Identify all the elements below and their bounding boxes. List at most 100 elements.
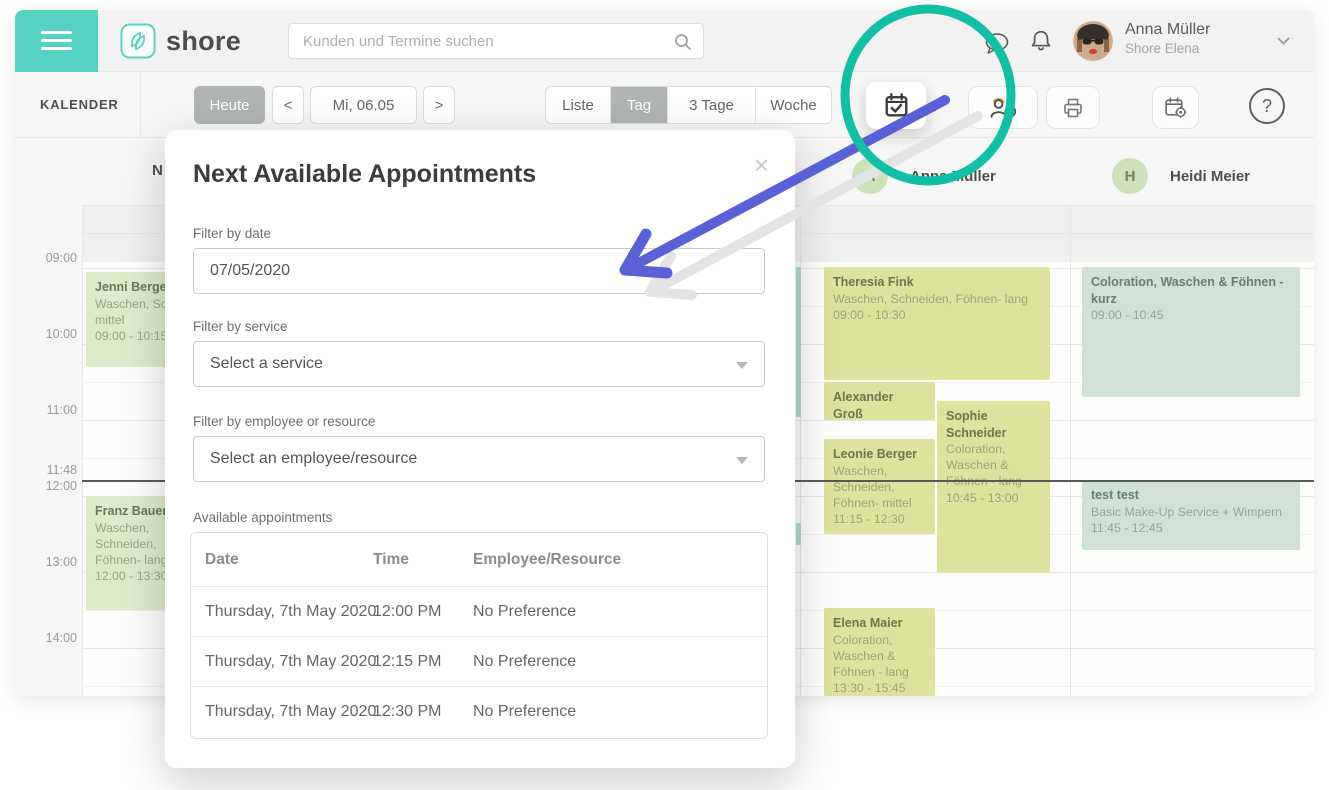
table-row[interactable]: Thursday, 7th May 2020 12:15 PM No Prefe… <box>191 636 767 686</box>
service-select-value: Select a service <box>210 355 323 373</box>
cell-date: Thursday, 7th May 2020 <box>205 653 376 671</box>
chevron-down-icon[interactable] <box>1277 37 1290 46</box>
appointment-title: Theresia Fink <box>833 274 1041 291</box>
user-name: Anna Müller <box>1125 21 1210 39</box>
calendar-check-icon <box>883 92 910 119</box>
employee-select[interactable]: Select an employee/resource <box>193 436 765 482</box>
date-picker-button[interactable]: Mi, 06.05 <box>310 86 417 124</box>
service-select[interactable]: Select a service <box>193 341 765 387</box>
search-field[interactable] <box>289 24 703 58</box>
walk-in-customer-button[interactable] <box>968 86 1038 129</box>
tab-woche[interactable]: Woche <box>755 87 831 123</box>
tab-liste[interactable]: Liste <box>546 87 610 123</box>
appointment-time: 11:15 - 12:30 <box>833 511 926 527</box>
calendar-toolbar: KALENDER Heute < Mi, 06.05 > Liste Tag 3… <box>15 72 1314 138</box>
user-avatar[interactable] <box>1073 21 1113 61</box>
column-name: Heidi Meier <box>1170 168 1250 185</box>
appointment-sliver <box>796 267 801 417</box>
shore-logo-icon <box>120 23 156 59</box>
appointment-title: test test <box>1091 487 1291 504</box>
search-icon <box>673 32 693 52</box>
menu-button[interactable] <box>15 10 98 72</box>
appointment-service: Coloration, Waschen & Föhnen - lang <box>833 632 926 681</box>
shore-logo[interactable]: shore <box>120 22 241 60</box>
print-button[interactable] <box>1046 86 1100 129</box>
table-header-row: Date Time Employee/Resource <box>191 533 767 586</box>
search-input[interactable] <box>288 23 704 59</box>
employee-avatar: H <box>1112 158 1148 194</box>
table-row[interactable]: Thursday, 7th May 2020 12:00 PM No Prefe… <box>191 586 767 636</box>
calendar-settings-button[interactable] <box>1152 86 1199 129</box>
filter-service-label: Filter by service <box>193 319 288 334</box>
appointment-time: 09:00 - 10:30 <box>833 307 1041 323</box>
column-header-date: Date <box>205 551 239 569</box>
next-day-button[interactable]: > <box>423 86 455 124</box>
tab-3-tage[interactable]: 3 Tage <box>667 87 755 123</box>
appointment-title: Elena Maier <box>833 615 926 632</box>
appointment-title: Alexander Groß <box>833 389 926 420</box>
column-header-heidi-meier[interactable]: H Heidi Meier <box>1112 158 1250 194</box>
employee-select-value: Select an employee/resource <box>210 450 417 468</box>
appointment-service: Waschen, Schneiden, Föhnen- lang <box>833 291 1041 307</box>
employee-avatar: A <box>852 158 888 194</box>
appointment-time: 09:00 - 10:45 <box>1091 307 1291 323</box>
top-header: shore <box>15 10 1314 72</box>
logo-text: shore <box>166 26 241 57</box>
appointment-service: Coloration, Waschen & Föhnen - lang <box>946 441 1041 490</box>
user-menu[interactable]: Anna Müller Shore Elena <box>1125 21 1210 56</box>
available-appointments-label: Available appointments <box>193 510 332 525</box>
user-avatar-image <box>1073 21 1113 61</box>
appointment-title: Leonie Berger <box>833 446 926 463</box>
time-label: 09:00 <box>31 251 77 265</box>
help-button[interactable]: ? <box>1249 88 1285 124</box>
time-label: 11:00 <box>31 403 77 417</box>
next-available-appointments-modal: Next Available Appointments × Filter by … <box>165 130 795 768</box>
cell-time: 12:00 PM <box>373 603 441 621</box>
date-filter-field[interactable] <box>194 249 764 293</box>
cell-date: Thursday, 7th May 2020 <box>205 703 376 721</box>
column-header-anna-mueller[interactable]: A Anna Müller <box>852 158 996 194</box>
appointment-time: 13:30 - 15:45 <box>833 680 926 696</box>
time-label: 14:00 <box>31 631 77 645</box>
date-filter-input[interactable] <box>193 248 765 294</box>
appointment-theresia-fink[interactable]: Theresia Fink Waschen, Schneiden, Föhnen… <box>824 267 1050 380</box>
chat-icon[interactable] <box>983 32 1011 54</box>
cell-date: Thursday, 7th May 2020 <box>205 603 376 621</box>
appointment-service: Waschen, Schneiden, Föhnen- mittel <box>833 463 926 512</box>
close-icon[interactable]: × <box>754 152 769 178</box>
cell-employee: No Preference <box>473 703 576 721</box>
toolbar-divider <box>140 72 141 138</box>
appointment-sophie-schneider[interactable]: Sophie Schneider Coloration, Waschen & F… <box>937 401 1050 573</box>
column-name: N <box>152 162 163 179</box>
cell-employee: No Preference <box>473 603 576 621</box>
appointment-time: 11:45 - 12:45 <box>1091 520 1291 536</box>
column-name: Anna Müller <box>910 168 996 185</box>
next-available-appointments-button[interactable] <box>866 82 926 129</box>
appointment-test-test[interactable]: test test Basic Make-Up Service + Wimper… <box>1082 480 1300 550</box>
appointment-elena-maier[interactable]: Elena Maier Coloration, Waschen & Föhnen… <box>824 608 935 696</box>
appointment-title: Sophie Schneider <box>946 408 1041 441</box>
printer-icon <box>1061 96 1085 120</box>
time-label: 13:00 <box>31 555 77 569</box>
notifications-bell-icon[interactable] <box>1029 28 1053 54</box>
appointment-service: Basic Make-Up Service + Wimpern <box>1091 504 1291 520</box>
person-clock-icon <box>987 95 1019 120</box>
caret-down-icon <box>736 457 748 464</box>
appointment-sliver <box>796 523 801 545</box>
appointment-alexander-gross[interactable]: Alexander Groß Maschinen- <box>824 382 935 420</box>
appointment-title: Coloration, Waschen & Föhnen - kurz <box>1091 274 1291 307</box>
today-button[interactable]: Heute <box>194 86 265 124</box>
appointment-coloration-kurz[interactable]: Coloration, Waschen & Föhnen - kurz 09:0… <box>1082 267 1300 397</box>
prev-day-button[interactable]: < <box>272 86 304 124</box>
table-row[interactable]: Thursday, 7th May 2020 12:30 PM No Prefe… <box>191 686 767 736</box>
column-header-employee: Employee/Resource <box>473 551 621 569</box>
column-header-1[interactable]: N <box>152 162 163 179</box>
appointment-time: 10:45 - 13:00 <box>946 490 1041 506</box>
cell-time: 12:30 PM <box>373 703 441 721</box>
appointment-leonie-berger[interactable]: Leonie Berger Waschen, Schneiden, Föhnen… <box>824 439 935 534</box>
available-appointments-table: Date Time Employee/Resource Thursday, 7t… <box>190 532 768 739</box>
tab-tag[interactable]: Tag <box>610 87 667 123</box>
calendar-gear-icon <box>1163 95 1188 120</box>
section-label: KALENDER <box>40 97 119 112</box>
cell-time: 12:15 PM <box>373 653 441 671</box>
